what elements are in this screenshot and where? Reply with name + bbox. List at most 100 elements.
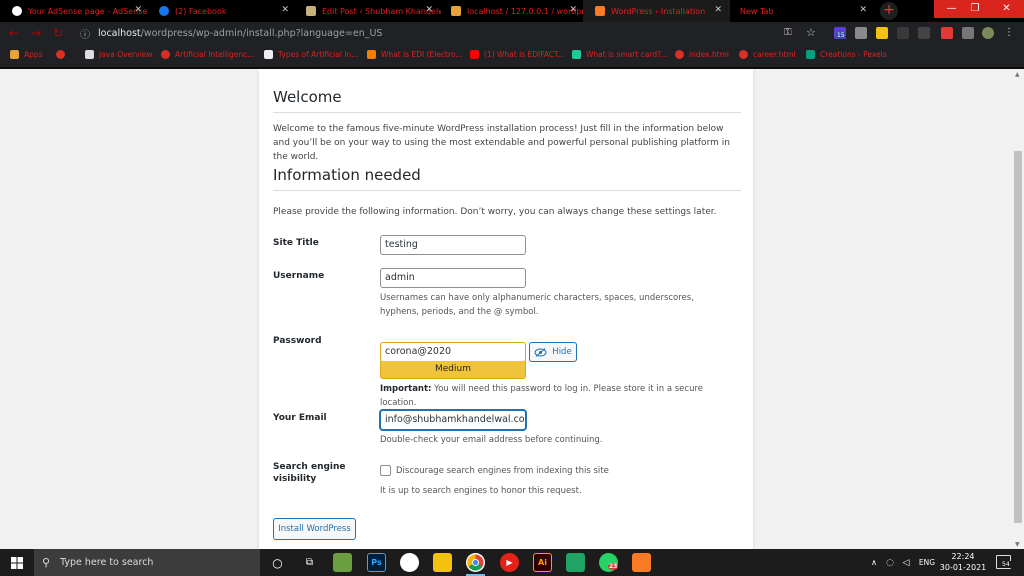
file-explorer-icon[interactable] — [433, 553, 452, 572]
youtube-music-icon[interactable]: ▶ — [500, 553, 519, 572]
email-help: Double-check your email address before c… — [380, 435, 603, 445]
globe-icon — [56, 50, 65, 59]
close-icon[interactable]: ✕ — [859, 5, 867, 15]
password-input[interactable]: corona@2020 — [380, 342, 526, 362]
bookmark-label: (1) What is EDIFACT... — [484, 50, 565, 59]
bookmark-java-overview[interactable]: Java Overview — [85, 50, 153, 59]
scroll-thumb[interactable] — [1014, 151, 1022, 523]
discourage-search-checkbox[interactable] — [380, 465, 391, 476]
windows-taskbar: ⚲ Type here to search ○ ⧉ Ps ▶ Ai 23 ∧ ◌… — [0, 549, 1024, 576]
scroll-up-arrow-icon[interactable]: ▲ — [1015, 71, 1020, 78]
code-extension-icon[interactable] — [855, 27, 867, 39]
close-icon[interactable]: ✕ — [569, 5, 577, 15]
page-scrollbar[interactable]: ▲ ▼ — [1012, 69, 1024, 549]
hide-password-button[interactable]: Hide — [529, 342, 577, 362]
tab-new-tab[interactable]: New Tab ✕ — [728, 0, 875, 22]
search-visibility-label: Search engine visibility — [273, 462, 346, 484]
tray-chevron-icon[interactable]: ∧ — [868, 553, 880, 572]
bookmark-globe[interactable] — [56, 50, 70, 59]
photoshop-icon[interactable]: Ps — [367, 553, 386, 572]
tab-adsense[interactable]: Your AdSense page - AdSense ✕ — [0, 0, 150, 22]
profile-avatar[interactable] — [982, 27, 994, 39]
bookmark-edi[interactable]: What is EDI (Electro... — [367, 50, 463, 59]
chrome-icon[interactable] — [466, 553, 485, 576]
info-text: Please provide the following information… — [273, 207, 717, 217]
tab-title: (2) Facebook — [175, 6, 227, 16]
reload-button[interactable]: ↻ — [51, 26, 65, 40]
tab-title: Your AdSense page - AdSense — [28, 6, 148, 16]
close-icon[interactable]: ✕ — [134, 5, 142, 15]
username-help: Usernames can have only alphanumeric cha… — [380, 293, 694, 317]
new-tab-button[interactable]: + — [880, 2, 898, 20]
bookmark-career[interactable]: career.html — [739, 50, 796, 59]
discourage-search-label[interactable]: Discourage search engines from indexing … — [396, 464, 696, 478]
forward-button[interactable]: → — [29, 26, 43, 40]
whatsapp-icon[interactable]: 23 — [599, 553, 619, 572]
close-icon[interactable]: ✕ — [281, 5, 289, 15]
cortana-icon[interactable]: ○ — [268, 553, 287, 572]
system-clock[interactable]: 22:24 30-01-2021 — [938, 551, 988, 573]
close-icon[interactable]: ✕ — [425, 5, 433, 15]
tab-edit-post[interactable]: Edit Post ‹ Shubham Khandelwal ✕ — [294, 0, 441, 22]
notes-extension-icon[interactable] — [876, 27, 888, 39]
extension-icon[interactable]: 15 — [834, 27, 846, 39]
notepad-plus-icon[interactable] — [333, 553, 352, 572]
illustrator-icon[interactable]: Ai — [533, 553, 552, 572]
page-icon — [85, 50, 94, 59]
address-bar[interactable]: ⓘ localhost/wordpress/wp-admin/install.p… — [72, 24, 832, 43]
task-view-icon[interactable]: ⧉ — [300, 553, 319, 572]
key-icon[interactable]: ⚿ — [784, 27, 796, 39]
taskbar-search[interactable]: ⚲ Type here to search — [34, 549, 260, 576]
network-icon[interactable]: ◌ — [884, 553, 896, 572]
info-icon[interactable]: ⓘ — [80, 26, 90, 41]
menu-dots-icon[interactable]: ⋮ — [1004, 27, 1016, 39]
youtube-icon — [470, 50, 479, 59]
volume-icon[interactable]: ◁ — [900, 553, 912, 572]
eye-slash-icon — [534, 347, 547, 357]
site-title-label: Site Title — [273, 238, 319, 248]
language-indicator[interactable]: ENG — [917, 553, 937, 572]
tab-wordpress-install[interactable]: WordPress › Installation ✕ — [583, 0, 730, 22]
bookmark-smart-card[interactable]: What is smart card?... — [572, 50, 668, 59]
bookmark-apps[interactable]: Apps — [10, 50, 43, 59]
tab-title: localhost / 127.0.0.1 / wordpress — [467, 6, 585, 16]
notification-count: 54 — [1001, 561, 1011, 568]
pexels-icon — [806, 50, 815, 59]
slack-icon[interactable] — [400, 553, 419, 572]
site-title-input[interactable]: testing — [380, 235, 526, 255]
password-important: Important: You will need this password t… — [380, 382, 740, 410]
bookmark-index[interactable]: index.html — [675, 50, 729, 59]
scroll-down-arrow-icon[interactable]: ▼ — [1015, 541, 1020, 548]
bookmark-pexels[interactable]: Creations - Pexels — [806, 50, 887, 59]
m-extension-icon[interactable] — [918, 27, 930, 39]
bookmark-edifact[interactable]: (1) What is EDIFACT... — [470, 50, 565, 59]
back-button[interactable]: ← — [7, 26, 21, 40]
bookmark-label: index.html — [689, 50, 729, 59]
maximize-button[interactable]: ❐ — [961, 0, 989, 18]
tab-phpmyadmin[interactable]: localhost / 127.0.0.1 / wordpress ✕ — [439, 0, 585, 22]
globe-icon — [161, 50, 170, 59]
close-icon[interactable]: ✕ — [714, 5, 722, 15]
search-icon: ⚲ — [42, 556, 51, 569]
hide-button-label: Hide — [552, 347, 572, 357]
start-button[interactable] — [0, 549, 34, 576]
puzzle-icon[interactable] — [962, 27, 974, 39]
star-icon[interactable]: ☆ — [806, 27, 818, 39]
bookmark-label: Types of Artificial In... — [278, 50, 359, 59]
bookmark-ai[interactable]: Artificial Intelligenc... — [161, 50, 254, 59]
search-placeholder: Type here to search — [60, 557, 154, 568]
tab-title: New Tab — [740, 6, 774, 16]
close-window-button[interactable]: ✕ — [989, 0, 1024, 18]
red-extension-icon[interactable] — [941, 27, 953, 39]
k-extension-icon[interactable] — [897, 27, 909, 39]
tab-facebook[interactable]: (2) Facebook ✕ — [147, 0, 297, 22]
info-heading: Information needed — [273, 166, 421, 184]
hangouts-icon[interactable] — [566, 553, 585, 572]
bookmark-types-ai[interactable]: Types of Artificial In... — [264, 50, 358, 59]
username-input[interactable]: admin — [380, 268, 526, 288]
email-input[interactable]: info@shubhamkhandelwal.com — [380, 410, 526, 430]
extension-badge: 15 — [836, 32, 846, 39]
install-wordpress-button[interactable]: Install WordPress — [273, 518, 356, 540]
xampp-icon[interactable] — [632, 553, 651, 572]
google-icon — [12, 6, 22, 16]
